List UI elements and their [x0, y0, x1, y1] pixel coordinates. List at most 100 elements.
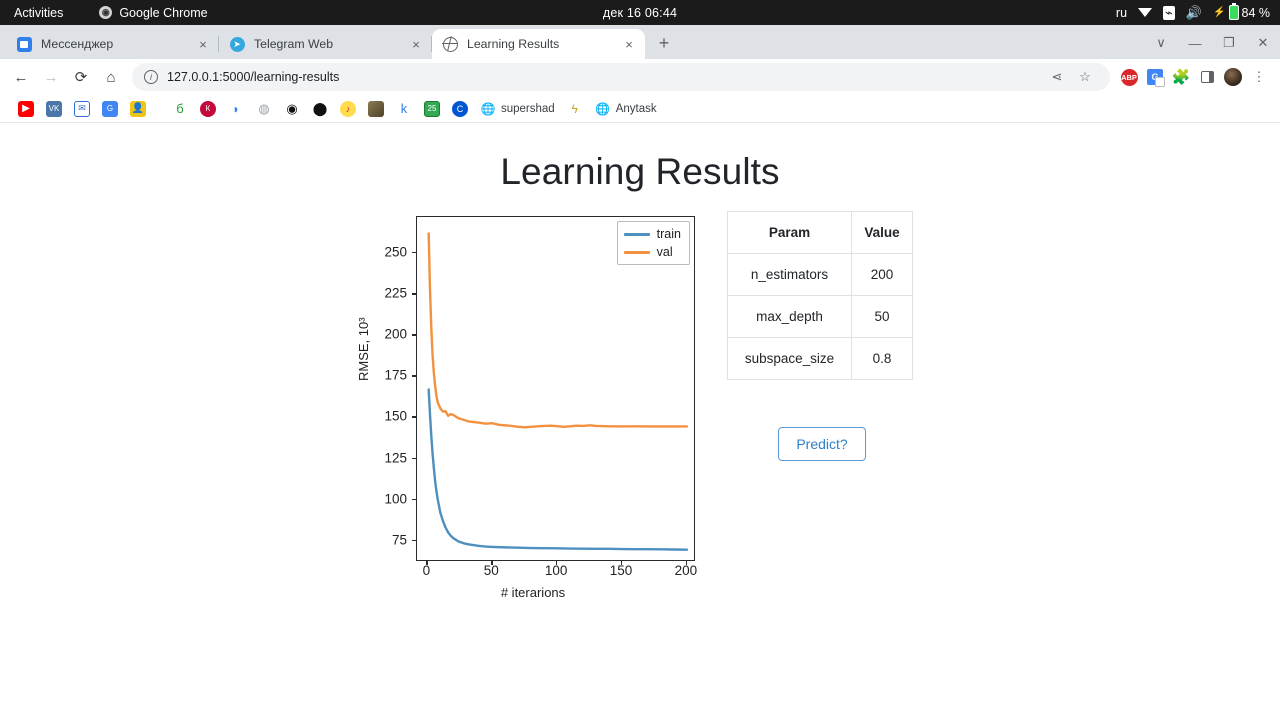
- learning-curve-chart: RMSE, 10³ # iterarions train val 75 100: [356, 211, 703, 600]
- google-translate-icon[interactable]: G: [1142, 64, 1168, 90]
- bookmark-vk[interactable]: VK: [40, 98, 68, 120]
- bookmark-star-icon[interactable]: ☆: [1072, 64, 1098, 90]
- battery-icon: [1228, 3, 1239, 20]
- activities-button[interactable]: Activities: [0, 6, 77, 20]
- share-icon[interactable]: ⋖: [1044, 64, 1070, 90]
- globe-favicon: [441, 36, 458, 52]
- page-title: Learning Results: [500, 151, 780, 192]
- bookmark-kinopoisk[interactable]: К: [194, 98, 222, 120]
- back-button[interactable]: ←: [6, 62, 36, 92]
- window-controls: ∨ — ❐ ✕: [1144, 25, 1280, 57]
- bookmark-label: Anytask: [615, 102, 657, 115]
- reload-button[interactable]: ⟳: [66, 62, 96, 92]
- legend-entry-train: train: [623, 227, 681, 241]
- keyboard-layout-indicator[interactable]: ru: [1116, 6, 1127, 20]
- active-app-indicator[interactable]: ◉ Google Chrome: [99, 6, 208, 20]
- youtube-icon: ▶: [18, 100, 34, 117]
- x-tick-mark: [491, 561, 493, 565]
- x-tick-mark: [621, 561, 623, 565]
- bookmark-label: supershad: [501, 102, 555, 115]
- k-icon: k: [400, 101, 408, 116]
- bookmark-disk[interactable]: ◍: [250, 98, 278, 120]
- vk-icon: VK: [46, 100, 62, 117]
- forward-button[interactable]: →: [36, 62, 66, 92]
- url-text: 127.0.0.1:5000/learning-results: [167, 70, 340, 84]
- x-tick-label: 150: [609, 563, 633, 578]
- tab-close-button[interactable]: ×: [408, 36, 424, 52]
- results-row: RMSE, 10³ # iterarions train val 75 100: [0, 211, 1280, 600]
- y-tick-label: 200: [384, 326, 407, 342]
- minimize-button[interactable]: —: [1178, 29, 1212, 57]
- y-tick-label: 175: [384, 367, 407, 383]
- bookmark-coursera[interactable]: C: [446, 98, 474, 120]
- globe-icon: 🌐: [480, 101, 496, 116]
- y-tick-mark: [412, 498, 416, 500]
- tab-strip: Мессенджер × ➤ Telegram Web × Learning R…: [0, 25, 1280, 59]
- bookmark-yandex-music[interactable]: ♪: [334, 98, 362, 120]
- close-window-button[interactable]: ✕: [1246, 29, 1280, 57]
- x-tick-mark: [426, 561, 428, 565]
- extensions-puzzle-icon[interactable]: 🧩: [1168, 64, 1194, 90]
- tab-close-button[interactable]: ×: [195, 36, 211, 52]
- bookmark-mail-ru[interactable]: ✉: [68, 98, 96, 120]
- y-tick-mark: [412, 334, 416, 336]
- telegram-favicon: ➤: [229, 36, 245, 52]
- bookmark-shazam[interactable]: ◉: [278, 98, 306, 120]
- system-clock[interactable]: дек 16 06:44: [560, 6, 720, 20]
- chart-legend: train val: [616, 221, 690, 265]
- chart-series-train: [427, 388, 689, 551]
- tab-learning-results[interactable]: Learning Results ×: [432, 29, 645, 59]
- table-header-row: Param Value: [727, 211, 913, 254]
- y-tick-label: 100: [384, 491, 407, 507]
- google-contacts-icon: 👤: [130, 100, 146, 117]
- side-panel-icon[interactable]: [1194, 64, 1220, 90]
- bookmark-sber[interactable]: б: [166, 98, 194, 120]
- coursera-icon: C: [452, 100, 468, 117]
- bookmark-youtube[interactable]: ▶: [12, 98, 40, 120]
- system-tray[interactable]: ru ⌁ 🔊 ⚡ 84 %: [1116, 3, 1280, 21]
- disk-icon: ◍: [258, 100, 270, 116]
- home-button[interactable]: ⌂: [96, 62, 126, 92]
- site-info-icon[interactable]: i: [144, 70, 158, 84]
- bookmark-google-contacts[interactable]: 👤: [124, 98, 152, 120]
- power-plug-icon: ⚡: [1213, 7, 1226, 18]
- bluetooth-icon: ⌁: [1163, 4, 1175, 20]
- maximize-button[interactable]: ❐: [1212, 29, 1246, 57]
- tab-close-button[interactable]: ×: [621, 36, 637, 52]
- y-tick-label: 225: [384, 285, 407, 301]
- bookmark-dropbox[interactable]: ◗: [222, 98, 250, 120]
- tab-telegram-web[interactable]: ➤ Telegram Web ×: [219, 29, 432, 59]
- y-tick-mark: [412, 539, 416, 541]
- chrome-menu-icon[interactable]: ⋮: [1246, 64, 1272, 90]
- profile-avatar[interactable]: [1220, 64, 1246, 90]
- bookmark-script[interactable]: ϟ: [561, 98, 589, 120]
- bookmark-k[interactable]: k: [390, 98, 418, 120]
- bookmark-supershad[interactable]: 🌐 supershad: [474, 98, 561, 120]
- browser-toolbar: ← → ⟳ ⌂ i 127.0.0.1:5000/learning-result…: [0, 59, 1280, 95]
- address-bar[interactable]: i 127.0.0.1:5000/learning-results ⋖ ☆: [132, 63, 1110, 91]
- yandex-music-icon: ♪: [340, 100, 356, 117]
- tab-messenger[interactable]: Мессенджер ×: [6, 29, 219, 59]
- new-tab-button[interactable]: +: [650, 29, 678, 57]
- bookmark-anytask[interactable]: 🌐 Anytask: [589, 98, 663, 120]
- kinopoisk-icon: К: [200, 100, 216, 117]
- params-table: Param Value n_estimators 200 max_depth 50 su…: [727, 211, 913, 380]
- column-header-value: Value: [851, 211, 913, 254]
- bookmark-image-thumb[interactable]: [362, 98, 390, 120]
- predict-button[interactable]: Predict?: [778, 427, 866, 461]
- tab-search-icon[interactable]: ∨: [1144, 29, 1178, 57]
- image-thumb-icon: [368, 100, 384, 117]
- mail-ru-icon: ✉: [74, 100, 90, 117]
- bookmark-calendar[interactable]: 25: [418, 98, 446, 120]
- bookmark-github[interactable]: ⬤: [306, 98, 334, 120]
- y-tick-mark: [412, 375, 416, 377]
- gnome-top-bar: Activities ◉ Google Chrome дек 16 06:44 …: [0, 0, 1280, 25]
- y-tick-label: 75: [391, 532, 407, 548]
- bookmark-google-translate[interactable]: G: [96, 98, 124, 120]
- google-translate-icon: G: [102, 100, 118, 117]
- legend-label: val: [656, 245, 673, 259]
- adblock-plus-icon[interactable]: ABP: [1116, 64, 1142, 90]
- messenger-favicon: [16, 36, 32, 52]
- tab-title: Learning Results: [467, 37, 560, 51]
- param-name-cell: max_depth: [727, 295, 852, 338]
